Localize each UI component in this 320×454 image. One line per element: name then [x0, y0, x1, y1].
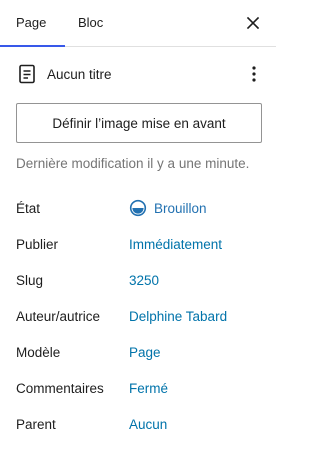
document-title: Aucun titre — [47, 66, 112, 82]
status-label: État — [16, 200, 41, 216]
author-button[interactable]: Delphine Tabard — [129, 309, 227, 324]
slug-button[interactable]: 3250 — [129, 273, 159, 288]
more-options-button[interactable] — [244, 62, 264, 86]
post-summary: État Brouillon Publier Immédiatement Slu… — [16, 190, 268, 442]
comments-label: Commentaires — [16, 380, 104, 396]
draft-status-icon — [129, 199, 147, 217]
summary-row-slug: Slug 3250 — [16, 262, 268, 298]
parent-button[interactable]: Aucun — [129, 417, 167, 432]
template-label: Modèle — [16, 344, 61, 360]
publish-date-button[interactable]: Immédiatement — [129, 237, 222, 252]
close-button[interactable] — [240, 10, 266, 36]
summary-row-parent: Parent Aucun — [16, 406, 268, 442]
document-header: Aucun titre — [16, 62, 264, 86]
close-icon — [246, 16, 260, 30]
summary-row-comments: Commentaires Fermé — [16, 370, 268, 406]
summary-row-status: État Brouillon — [16, 190, 268, 226]
status-button[interactable]: Brouillon — [129, 199, 207, 217]
parent-label: Parent — [16, 416, 56, 432]
active-tab-indicator — [0, 45, 65, 47]
slug-label: Slug — [16, 272, 44, 288]
tab-bloc[interactable]: Bloc — [78, 0, 103, 47]
status-value: Brouillon — [154, 200, 207, 216]
last-modified-text: Dernière modification il y a une minute. — [16, 156, 250, 171]
page-document-icon — [16, 63, 38, 85]
more-vertical-icon — [252, 66, 256, 82]
set-featured-image-button[interactable]: Définir l’image mise en avant — [16, 103, 262, 143]
publish-label: Publier — [16, 236, 59, 252]
summary-row-template: Modèle Page — [16, 334, 268, 370]
sidebar-tabs: Page Bloc — [0, 0, 276, 47]
settings-sidebar: Page Bloc Aucun titre Définir l’image mi… — [0, 0, 276, 454]
summary-row-author: Auteur/autrice Delphine Tabard — [16, 298, 268, 334]
summary-row-publish: Publier Immédiatement — [16, 226, 268, 262]
tab-page[interactable]: Page — [16, 0, 46, 47]
comments-button[interactable]: Fermé — [129, 381, 168, 396]
author-label: Auteur/autrice — [16, 308, 101, 324]
template-button[interactable]: Page — [129, 345, 161, 360]
